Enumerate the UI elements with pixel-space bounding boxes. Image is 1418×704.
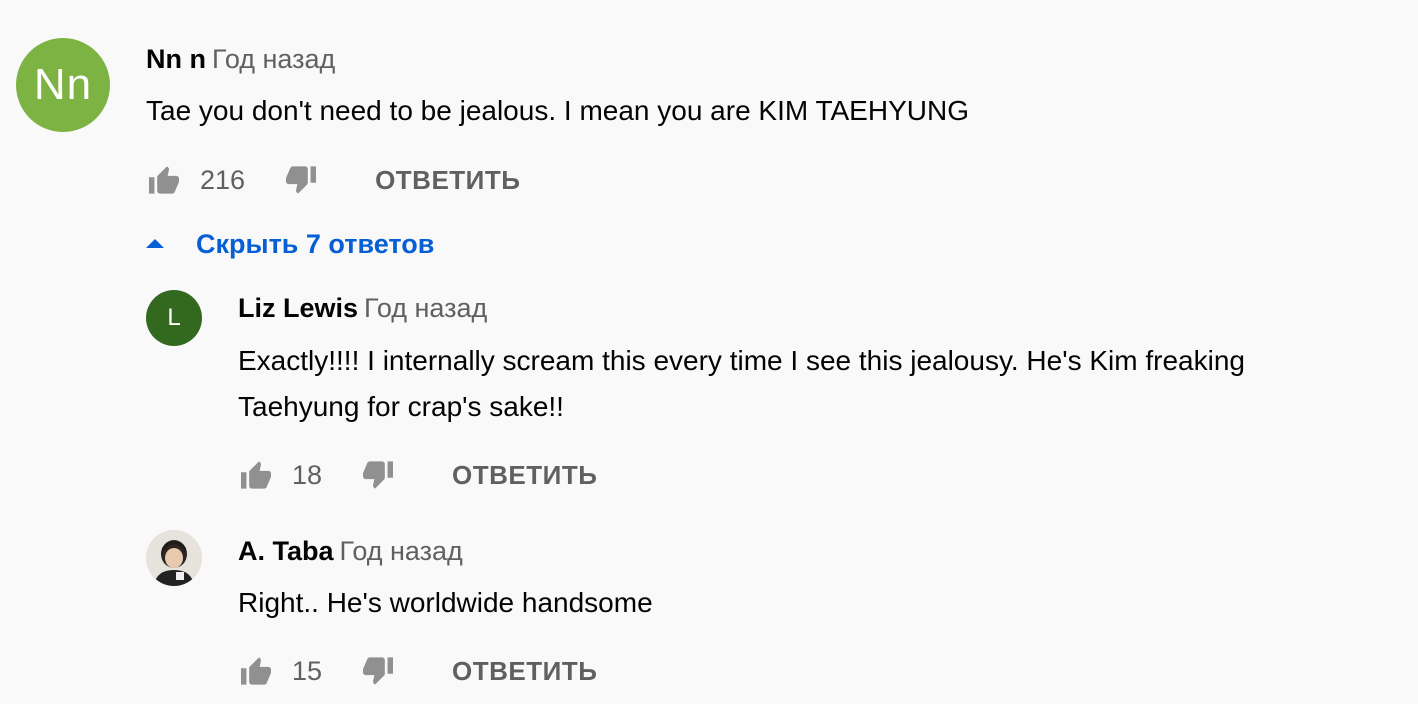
photo-avatar-image (146, 530, 202, 586)
author-name[interactable]: Liz Lewis (238, 293, 358, 323)
hide-replies-label: Скрыть 7 ответов (196, 228, 435, 259)
author-name[interactable]: Nn n (146, 44, 206, 74)
hide-replies-button[interactable]: Скрыть 7 ответов (146, 224, 434, 264)
comment-text: Right.. He's worldwide handsome (238, 587, 653, 618)
comments-section: Nn Nn n Год назад Tae you don't need to b… (0, 0, 1418, 704)
thumb-down-icon[interactable] (283, 165, 319, 195)
reply-button[interactable]: ОТВЕТИТЬ (452, 460, 597, 491)
comment-time[interactable]: Год назад (364, 293, 487, 323)
avatar-initials: L (167, 304, 181, 331)
like-count: 216 (200, 164, 246, 195)
thumb-down-icon[interactable] (360, 656, 396, 686)
avatar[interactable]: L (146, 290, 202, 346)
comment-header: Nn n Год назад (146, 42, 335, 76)
comment-text-line: Exactly!!!! I internally scream this eve… (238, 345, 1245, 376)
thumb-up-icon[interactable] (238, 460, 274, 490)
author-name[interactable]: A. Taba (238, 536, 334, 566)
comment-header: Liz Lewis Год назад (238, 291, 487, 325)
avatar-initials: Nn (33, 60, 93, 109)
thumb-up-icon[interactable] (146, 165, 182, 195)
thumb-down-icon[interactable] (360, 460, 396, 490)
avatar[interactable] (146, 530, 202, 586)
caret-up-icon (146, 238, 164, 250)
comment-time[interactable]: Год назад (212, 44, 335, 74)
comment-header: A. Taba Год назад (238, 534, 463, 568)
comment-actions: 216 ОТВЕТИТЬ (146, 160, 520, 200)
comment-time[interactable]: Год назад (340, 536, 463, 566)
reply-button[interactable]: ОТВЕТИТЬ (452, 656, 597, 687)
reply-button[interactable]: ОТВЕТИТЬ (375, 165, 520, 196)
avatar[interactable]: Nn (16, 38, 110, 132)
comment-text: Tae you don't need to be jealous. I mean… (146, 95, 969, 126)
comment-actions: 18 ОТВЕТИТЬ (238, 455, 597, 495)
like-count: 18 (292, 459, 323, 490)
like-count: 15 (292, 655, 323, 686)
comment-text-line: Taehyung for crap's sake!! (238, 391, 564, 422)
thumb-up-icon[interactable] (238, 656, 274, 686)
comment-actions: 15 ОТВЕТИТЬ (238, 651, 597, 691)
